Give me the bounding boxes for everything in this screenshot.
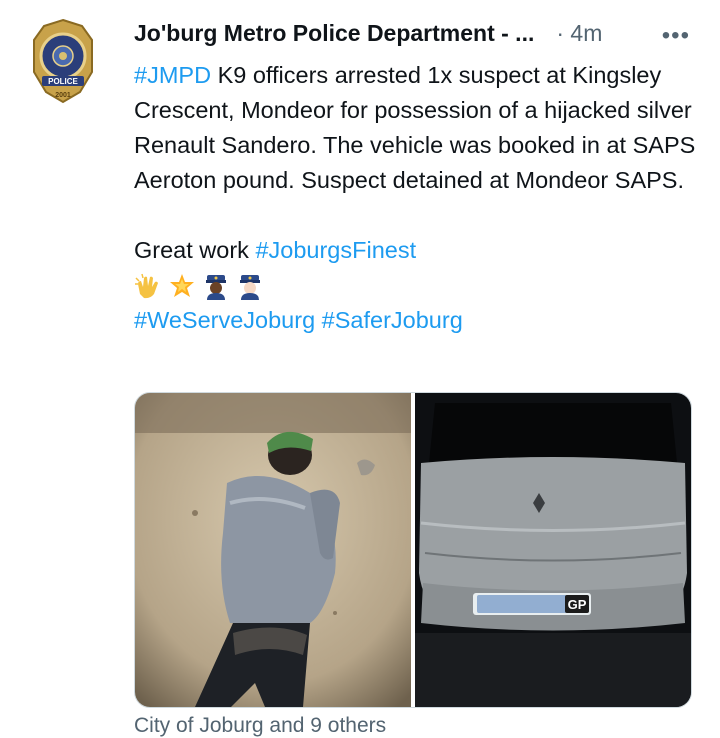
likes-summary[interactable]: City of Joburg and 9 others — [134, 714, 386, 738]
suspect-photo-image — [135, 393, 411, 707]
tweet-paragraph-3: #WeServeJoburg #SaferJoburg — [134, 303, 704, 338]
tweet-time[interactable]: · 4m — [556, 20, 602, 47]
police-officer-light-icon — [240, 274, 260, 300]
more-options-icon[interactable]: ••• — [662, 22, 690, 50]
photo-suspect[interactable] — [135, 393, 411, 707]
clapping-hands-icon — [135, 273, 158, 298]
account-name[interactable]: Jo'burg Metro Police Department - ... — [134, 20, 534, 47]
police-officer-dark-icon — [206, 274, 226, 300]
tweet-paragraph-2: Great work #JoburgsFinest — [134, 233, 704, 268]
badge-year: 2001 — [55, 92, 71, 99]
photo-car[interactable]: GP — [415, 393, 691, 707]
tweet-header: Jo'burg Metro Police Department - ... · … — [134, 16, 700, 50]
car-photo-image: GP — [415, 393, 691, 707]
hashtag-weservejoburg[interactable]: #WeServeJoburg — [134, 307, 315, 333]
hashtag-jmpd[interactable]: #JMPD — [134, 62, 211, 88]
police-badge-icon: POLICE 2001 — [33, 18, 93, 104]
hashtag-joburgsfinest[interactable]: #JoburgsFinest — [255, 237, 416, 263]
emoji-row — [134, 268, 704, 303]
tweet-text-1: K9 officers arrested 1x suspect at Kings… — [134, 62, 696, 193]
glowing-star-icon — [170, 273, 194, 297]
badge-label: POLICE — [48, 77, 78, 86]
hashtag-saferjoburg[interactable]: #SaferJoburg — [322, 307, 463, 333]
avatar[interactable]: POLICE 2001 — [30, 18, 96, 104]
tweet-paragraph-1: #JMPD K9 officers arrested 1x suspect at… — [134, 58, 704, 198]
plate-label: GP — [568, 597, 587, 612]
tweet-text-2: Great work — [134, 237, 256, 263]
tweet-media[interactable]: GP — [134, 392, 692, 708]
tweet-body: #JMPD K9 officers arrested 1x suspect at… — [134, 58, 704, 338]
